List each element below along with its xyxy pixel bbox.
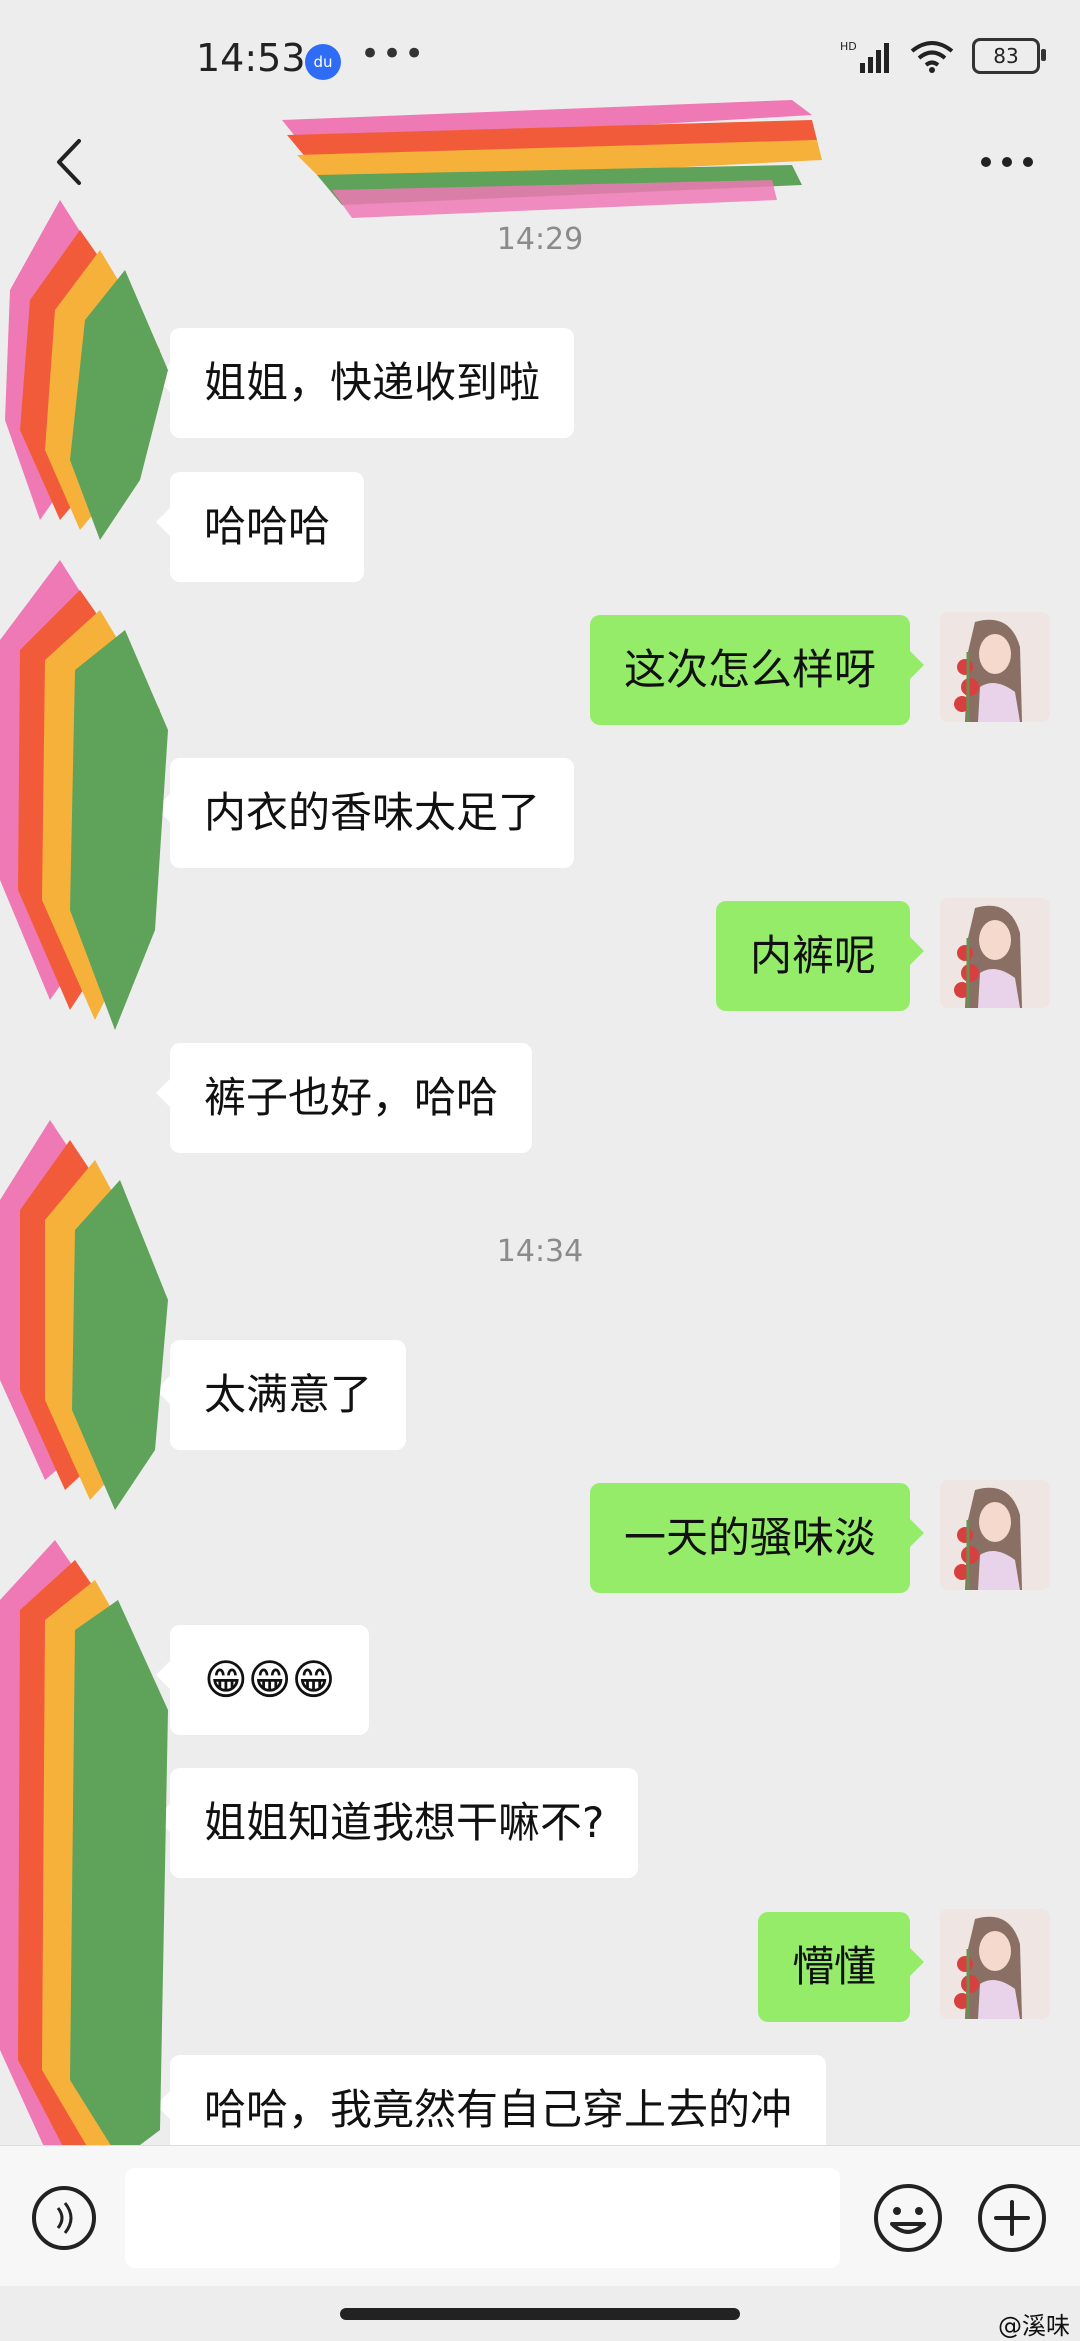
avatar-image bbox=[940, 612, 1050, 722]
avatar-image bbox=[940, 1909, 1050, 2019]
wifi-icon bbox=[910, 41, 954, 73]
redacted-contact-name bbox=[282, 100, 822, 218]
message-bubble-incoming[interactable]: 内衣的香味太足了 bbox=[155, 758, 575, 868]
emoji-button[interactable] bbox=[872, 2182, 944, 2254]
home-indicator[interactable] bbox=[340, 2308, 740, 2320]
my-avatar[interactable] bbox=[940, 612, 1050, 722]
voice-icon bbox=[56, 2202, 73, 2234]
status-time: 14:53 bbox=[196, 36, 306, 80]
message-bubble-incoming[interactable]: 裤子也好，哈哈 bbox=[155, 1043, 533, 1153]
message-bubble-outgoing[interactable]: 内裤呢 bbox=[715, 901, 925, 1011]
network-label: HD bbox=[840, 40, 857, 53]
status-more-dots: ••• bbox=[360, 34, 427, 74]
message-bubble-outgoing[interactable]: 这次怎么样呀 bbox=[589, 615, 925, 725]
status-indicators: HD 83 bbox=[840, 38, 1046, 74]
message-bubble-incoming[interactable]: 😁😁😁 bbox=[155, 1625, 370, 1735]
message-bubble-incoming[interactable]: 姐姐，快递收到啦 bbox=[155, 328, 575, 438]
chat-more-button[interactable] bbox=[972, 132, 1042, 192]
my-avatar[interactable] bbox=[940, 1909, 1050, 2019]
more-functions-button[interactable] bbox=[976, 2182, 1048, 2254]
input-bar bbox=[0, 2145, 1080, 2286]
message-bubble-incoming[interactable]: 姐姐知道我想干嘛不? bbox=[155, 1768, 639, 1878]
message-bubble-incoming[interactable]: 太满意了 bbox=[155, 1340, 407, 1450]
message-bubble-incoming[interactable]: 哈哈哈 bbox=[155, 472, 365, 582]
avatar-image bbox=[940, 898, 1050, 1008]
more-dots-icon bbox=[981, 157, 1033, 167]
my-avatar[interactable] bbox=[940, 1480, 1050, 1590]
message-bubble-incoming[interactable]: 哈哈，我竟然有自己穿上去的冲 bbox=[155, 2055, 827, 2145]
battery-indicator: 83 bbox=[972, 38, 1046, 74]
voice-button[interactable] bbox=[32, 2186, 96, 2250]
redacted-avatars bbox=[0, 200, 168, 2160]
avatar-image bbox=[940, 1480, 1050, 1590]
message-input[interactable] bbox=[125, 2168, 840, 2268]
message-bubble-outgoing[interactable]: 一天的骚味淡 bbox=[589, 1483, 925, 1593]
plus-icon bbox=[978, 2184, 1046, 2252]
signal-icon: HD bbox=[840, 40, 889, 73]
emoji-icon bbox=[874, 2184, 942, 2252]
my-avatar[interactable] bbox=[940, 898, 1050, 1008]
watermark: @溪味 bbox=[998, 2312, 1070, 2340]
message-bubble-outgoing[interactable]: 懵懂 bbox=[757, 1912, 925, 2022]
battery-level: 83 bbox=[993, 44, 1019, 68]
baidu-icon: du bbox=[305, 44, 341, 80]
